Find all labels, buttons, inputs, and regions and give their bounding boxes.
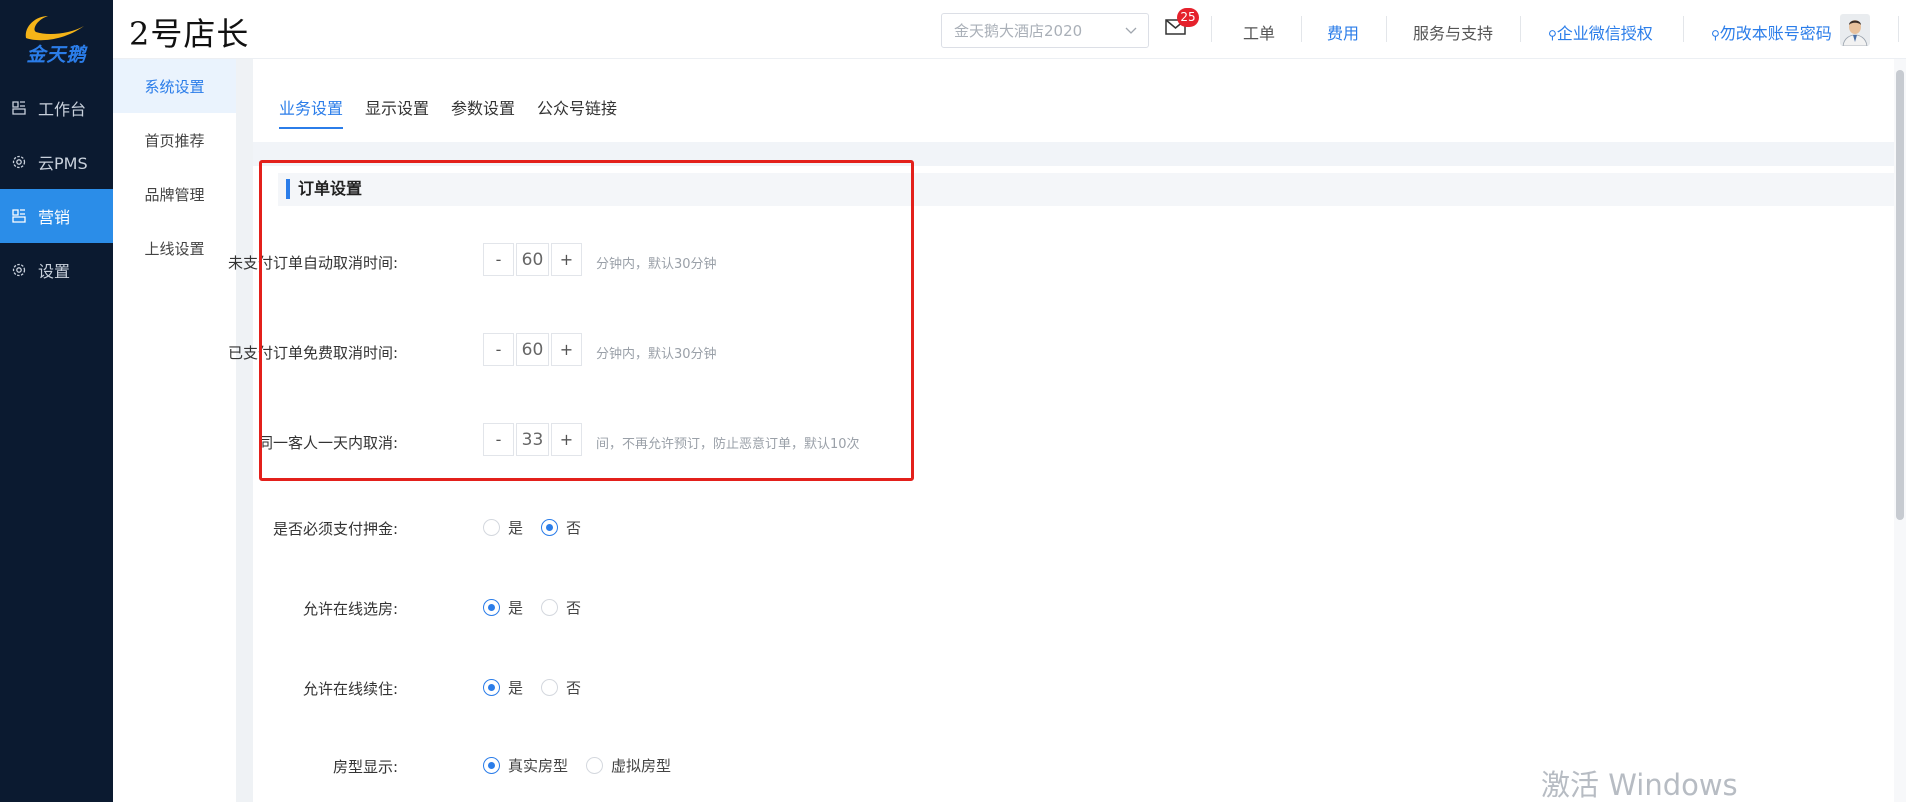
chevron-down-icon xyxy=(1124,24,1138,42)
submenu-item-home-recommend[interactable]: 首页推荐 xyxy=(113,113,236,167)
settings-tabs: 业务设置 显示设置 参数设置 公众号链接 xyxy=(279,95,639,129)
radio-option-real-room[interactable]: 真实房型 xyxy=(483,755,568,776)
logo: 金天鹅 xyxy=(0,0,113,75)
windows-activation-watermark: 激活 Windows xyxy=(1541,768,1738,802)
radio-option-yes[interactable]: 是 xyxy=(483,677,523,698)
scrollbar-thumb[interactable] xyxy=(1896,70,1904,520)
room-type-display-label: 房型显示: xyxy=(332,758,398,776)
sidebar-item-label: 营销 xyxy=(38,208,71,227)
increment-button[interactable]: + xyxy=(551,423,582,456)
submenu-item-brand-management[interactable]: 品牌管理 xyxy=(113,167,236,221)
gear-icon xyxy=(12,263,26,277)
radio-circle xyxy=(483,679,500,696)
online-extend-stay-radio-group: 是 否 xyxy=(483,677,599,698)
account-password-link[interactable]: ⚲勿改本账号密码 xyxy=(1711,20,1832,44)
radio-circle xyxy=(541,599,559,616)
divider xyxy=(1301,16,1302,42)
section-header-bar xyxy=(278,173,1903,206)
paid-cancel-hint: 分钟内，默认30分钟 xyxy=(596,347,717,362)
radio-option-yes[interactable]: 是 xyxy=(483,597,523,618)
radio-option-no[interactable]: 否 xyxy=(541,677,581,698)
sidebar-item-marketing[interactable]: 营销 xyxy=(0,189,113,243)
radio-circle xyxy=(586,757,604,774)
sidebar-item-cloud-pms[interactable]: 云PMS xyxy=(0,135,113,189)
decrement-button[interactable]: - xyxy=(483,423,514,456)
paid-cancel-label: 已支付订单免费取消时间: xyxy=(227,344,398,362)
sidebar-item-workbench[interactable]: 工作台 xyxy=(0,81,113,135)
window-edge xyxy=(1906,0,1920,802)
paid-cancel-stepper: - 60 + xyxy=(483,333,582,366)
section-title: 订单设置 xyxy=(286,179,362,199)
store-select[interactable]: 金天鹅大酒店2020 xyxy=(941,13,1149,48)
deposit-required-radio-group: 是 否 xyxy=(483,517,599,538)
main-sidebar: 金天鹅 工作台 云PMS 营销 设置 xyxy=(0,0,113,802)
radio-circle xyxy=(483,519,500,536)
daily-cancel-value[interactable]: 33 xyxy=(516,423,549,456)
divider xyxy=(1898,16,1899,42)
sidebar-item-label: 云PMS xyxy=(38,154,88,173)
decrement-button[interactable]: - xyxy=(483,333,514,366)
user-icon: ⚲ xyxy=(1711,28,1720,42)
unpaid-cancel-stepper: - 60 + xyxy=(483,243,582,276)
online-extend-stay-label: 允许在线续住: xyxy=(302,680,398,698)
dashboard-icon xyxy=(12,101,26,115)
top-header: 2号店长 金天鹅大酒店2020 25 工单 费用 服务与支持 ⚲企业微信授权 ⚲… xyxy=(113,0,1920,59)
sidebar-item-label: 工作台 xyxy=(38,100,87,119)
radio-option-yes[interactable]: 是 xyxy=(483,517,523,538)
tab-official-account-link[interactable]: 公众号链接 xyxy=(537,95,617,129)
radio-circle xyxy=(483,757,500,774)
submenu-item-system-settings[interactable]: 系统设置 xyxy=(113,59,236,113)
radio-option-virtual-room[interactable]: 虚拟房型 xyxy=(586,755,671,776)
page-title: 2号店长 xyxy=(129,15,250,53)
divider-band xyxy=(253,142,1903,166)
increment-button[interactable]: + xyxy=(551,333,582,366)
online-room-select-radio-group: 是 否 xyxy=(483,597,599,618)
decrement-button[interactable]: - xyxy=(483,243,514,276)
logo-text: 金天鹅 xyxy=(26,44,87,66)
store-select-value: 金天鹅大酒店2020 xyxy=(954,22,1083,40)
avatar[interactable] xyxy=(1840,14,1870,46)
unpaid-cancel-value[interactable]: 60 xyxy=(516,243,549,276)
user-icon: ⚲ xyxy=(1548,28,1557,42)
unpaid-cancel-label: 未支付订单自动取消时间: xyxy=(227,254,398,272)
unpaid-cancel-hint: 分钟内，默认30分钟 xyxy=(596,257,717,272)
radio-option-no[interactable]: 否 xyxy=(541,597,581,618)
radio-option-no[interactable]: 否 xyxy=(541,517,581,538)
work-order-link[interactable]: 工单 xyxy=(1243,20,1275,44)
daily-cancel-label: 同一客人一天内取消: xyxy=(257,434,398,452)
radio-circle xyxy=(483,599,500,616)
wechat-auth-link[interactable]: ⚲企业微信授权 xyxy=(1548,20,1653,44)
radio-circle xyxy=(541,679,559,696)
online-room-select-label: 允许在线选房: xyxy=(302,600,398,618)
dashboard-icon xyxy=(12,209,26,223)
divider xyxy=(1520,16,1521,42)
tab-business-settings[interactable]: 业务设置 xyxy=(279,95,344,129)
divider xyxy=(1211,16,1212,42)
service-support-link[interactable]: 服务与支持 xyxy=(1413,20,1493,44)
room-type-display-radio-group: 真实房型 虚拟房型 xyxy=(483,755,689,776)
daily-cancel-stepper: - 33 + xyxy=(483,423,582,456)
fees-link[interactable]: 费用 xyxy=(1327,20,1359,44)
increment-button[interactable]: + xyxy=(551,243,582,276)
sidebar-item-label: 设置 xyxy=(38,262,71,281)
sidebar-item-settings[interactable]: 设置 xyxy=(0,243,113,297)
tab-display-settings[interactable]: 显示设置 xyxy=(365,95,429,129)
radio-circle xyxy=(541,519,559,536)
main-panel: 业务设置 显示设置 参数设置 公众号链接 订单设置 未支付订单自动取消时间: -… xyxy=(228,59,1903,802)
gear-icon xyxy=(12,155,26,169)
deposit-required-label: 是否必须支付押金: xyxy=(272,520,398,538)
notification-badge: 25 xyxy=(1177,8,1199,27)
divider xyxy=(1683,16,1684,42)
tab-parameter-settings[interactable]: 参数设置 xyxy=(451,95,515,129)
daily-cancel-hint: 间，不再允许预订，防止恶意订单，默认10次 xyxy=(596,437,860,452)
paid-cancel-value[interactable]: 60 xyxy=(516,333,549,366)
divider xyxy=(1386,16,1387,42)
